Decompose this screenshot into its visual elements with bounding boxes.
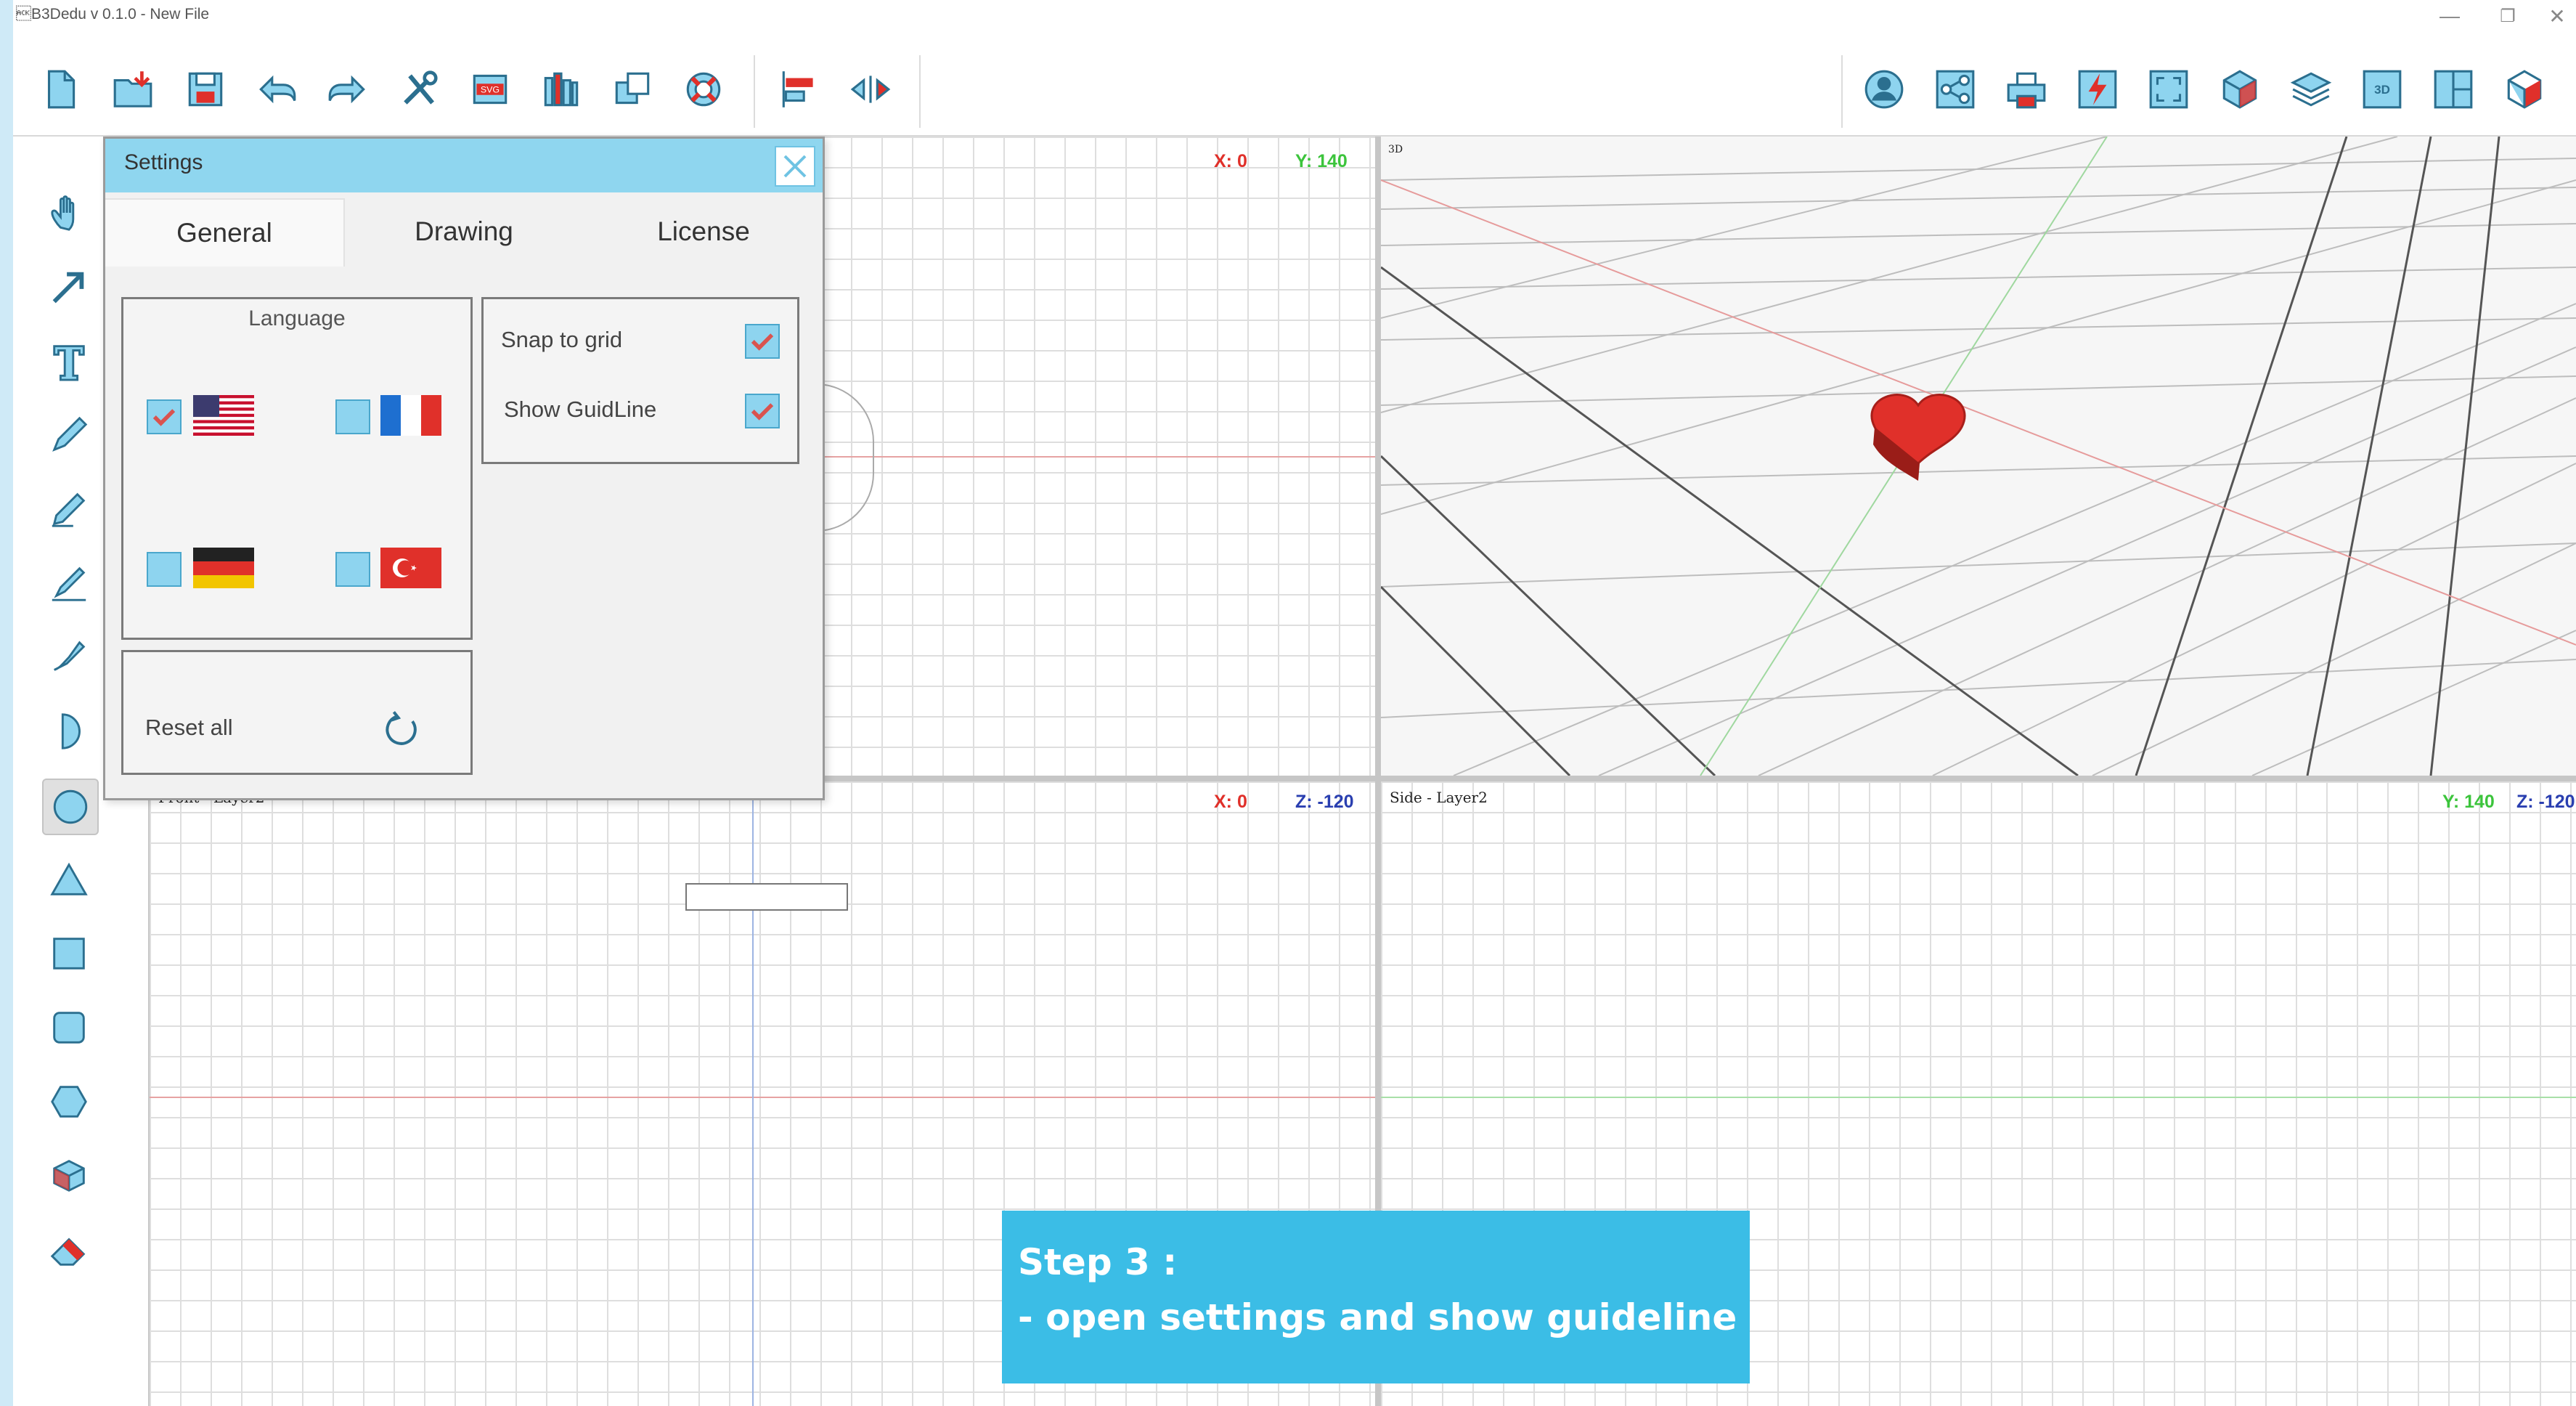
coord-x: X: 0 xyxy=(1214,792,1247,812)
z-axis-line xyxy=(752,781,754,1406)
view-3d-icon[interactable]: 3D xyxy=(2355,62,2409,116)
shape-outline xyxy=(685,883,848,911)
coord-z: Z: -120 xyxy=(1295,792,1354,812)
pen-icon[interactable] xyxy=(42,408,96,462)
reset-all-label: Reset all xyxy=(145,715,233,740)
reset-panel: Reset all xyxy=(121,650,473,775)
flag-france-icon xyxy=(380,395,441,436)
open-folder-icon[interactable] xyxy=(106,62,160,116)
toolbar-separator xyxy=(754,55,755,128)
x-axis-line xyxy=(150,1097,1375,1098)
3d-viewport[interactable]: 3D xyxy=(1381,137,2576,776)
step-callout: Step 3 : - open settings and show guidel… xyxy=(1002,1211,1750,1383)
coord-y: Y: 140 xyxy=(2442,792,2495,812)
eraser-icon[interactable] xyxy=(42,1223,96,1277)
app-window: B3Dedu v 0.1.0 - New File — ❐ ✕ SVG 3D xyxy=(13,0,2576,1406)
language-german-checkbox[interactable] xyxy=(147,552,182,587)
save-icon[interactable] xyxy=(179,62,232,116)
align-icon[interactable] xyxy=(773,62,826,116)
half-circle-icon[interactable] xyxy=(42,704,96,758)
close-icon[interactable] xyxy=(775,146,815,187)
layers-icon[interactable] xyxy=(2284,62,2338,116)
export-3d-icon[interactable] xyxy=(2498,62,2551,116)
minimize-button[interactable]: — xyxy=(2428,1,2471,31)
hand-icon[interactable] xyxy=(42,186,96,240)
show-guideline-label: Show GuidLine xyxy=(504,397,657,422)
title-bar: B3Dedu v 0.1.0 - New File — ❐ ✕ xyxy=(13,0,2576,33)
reset-refresh-icon[interactable] xyxy=(378,707,424,754)
flag-usa-icon xyxy=(193,395,254,436)
language-french-checkbox[interactable] xyxy=(335,399,370,434)
tools-icon[interactable] xyxy=(392,62,446,116)
print-icon[interactable] xyxy=(2000,62,2053,116)
language-english-checkbox[interactable] xyxy=(147,399,182,434)
callout-line-1: Step 3 : xyxy=(1018,1241,1178,1283)
window-title: B3Dedu v 0.1.0 - New File xyxy=(16,6,210,23)
user-icon[interactable] xyxy=(1857,62,1911,116)
fullscreen-icon[interactable] xyxy=(2142,62,2196,116)
flag-turkey-icon xyxy=(380,548,441,588)
close-window-button[interactable]: ✕ xyxy=(2535,1,2576,31)
main-toolbar: SVG 3D xyxy=(13,33,2576,137)
coord-z: Z: -120 xyxy=(2516,792,2575,812)
library-icon[interactable] xyxy=(534,62,588,116)
panels-icon[interactable] xyxy=(2426,62,2480,116)
text-icon[interactable] xyxy=(42,334,96,388)
flash-icon[interactable] xyxy=(2071,62,2124,116)
tab-license[interactable]: License xyxy=(584,198,823,265)
svg-text:SVG: SVG xyxy=(481,85,500,95)
coord-x: X: 0 xyxy=(1214,151,1247,171)
coord-y: Y: 140 xyxy=(1295,151,1348,171)
help-lifebuoy-icon[interactable] xyxy=(677,62,730,116)
triangle-icon[interactable] xyxy=(42,853,96,906)
share-icon[interactable] xyxy=(1928,62,1982,116)
svg-text:3D: 3D xyxy=(2374,83,2390,97)
snap-to-grid-checkbox[interactable] xyxy=(745,324,780,359)
language-panel: Language xyxy=(121,297,473,640)
undo-icon[interactable] xyxy=(250,62,303,116)
viewport-label: Side - Layer2 xyxy=(1390,789,1488,806)
box-3d-icon[interactable] xyxy=(42,1149,96,1203)
toolbar-separator xyxy=(919,55,921,128)
language-turkish-checkbox[interactable] xyxy=(335,552,370,587)
options-panel: Snap to grid Show GuidLine xyxy=(481,297,799,464)
rounded-square-icon[interactable] xyxy=(42,1001,96,1054)
settings-dialog: Settings General Drawing License Languag… xyxy=(103,137,825,800)
cube-icon[interactable] xyxy=(2213,62,2267,116)
arrow-icon[interactable] xyxy=(42,260,96,314)
snap-to-grid-label: Snap to grid xyxy=(501,327,623,352)
restore-button[interactable]: ❐ xyxy=(2486,1,2530,31)
y-axis-line xyxy=(1381,1097,2576,1098)
settings-header: Settings xyxy=(105,139,823,192)
toolbar-separator xyxy=(1841,55,1843,128)
language-title: Language xyxy=(248,306,346,330)
mirror-icon[interactable] xyxy=(844,62,897,116)
redo-icon[interactable] xyxy=(321,62,375,116)
copy-icon[interactable] xyxy=(606,62,659,116)
show-guideline-checkbox[interactable] xyxy=(745,394,780,428)
callout-line-2: - open settings and show guideline xyxy=(1018,1296,1737,1338)
hexagon-icon[interactable] xyxy=(42,1075,96,1129)
tab-drawing[interactable]: Drawing xyxy=(345,198,583,265)
circle-icon[interactable] xyxy=(42,779,99,835)
curve-icon[interactable] xyxy=(42,630,96,684)
svg-export-icon[interactable]: SVG xyxy=(463,62,517,116)
square-icon[interactable] xyxy=(42,927,96,980)
3d-grid xyxy=(1381,137,2576,776)
pencil-icon[interactable] xyxy=(42,482,96,536)
tab-general[interactable]: General xyxy=(105,198,345,267)
flag-germany-icon xyxy=(193,548,254,588)
settings-title: Settings xyxy=(124,150,203,174)
new-file-icon[interactable] xyxy=(33,62,87,116)
brush-icon[interactable] xyxy=(42,556,96,610)
